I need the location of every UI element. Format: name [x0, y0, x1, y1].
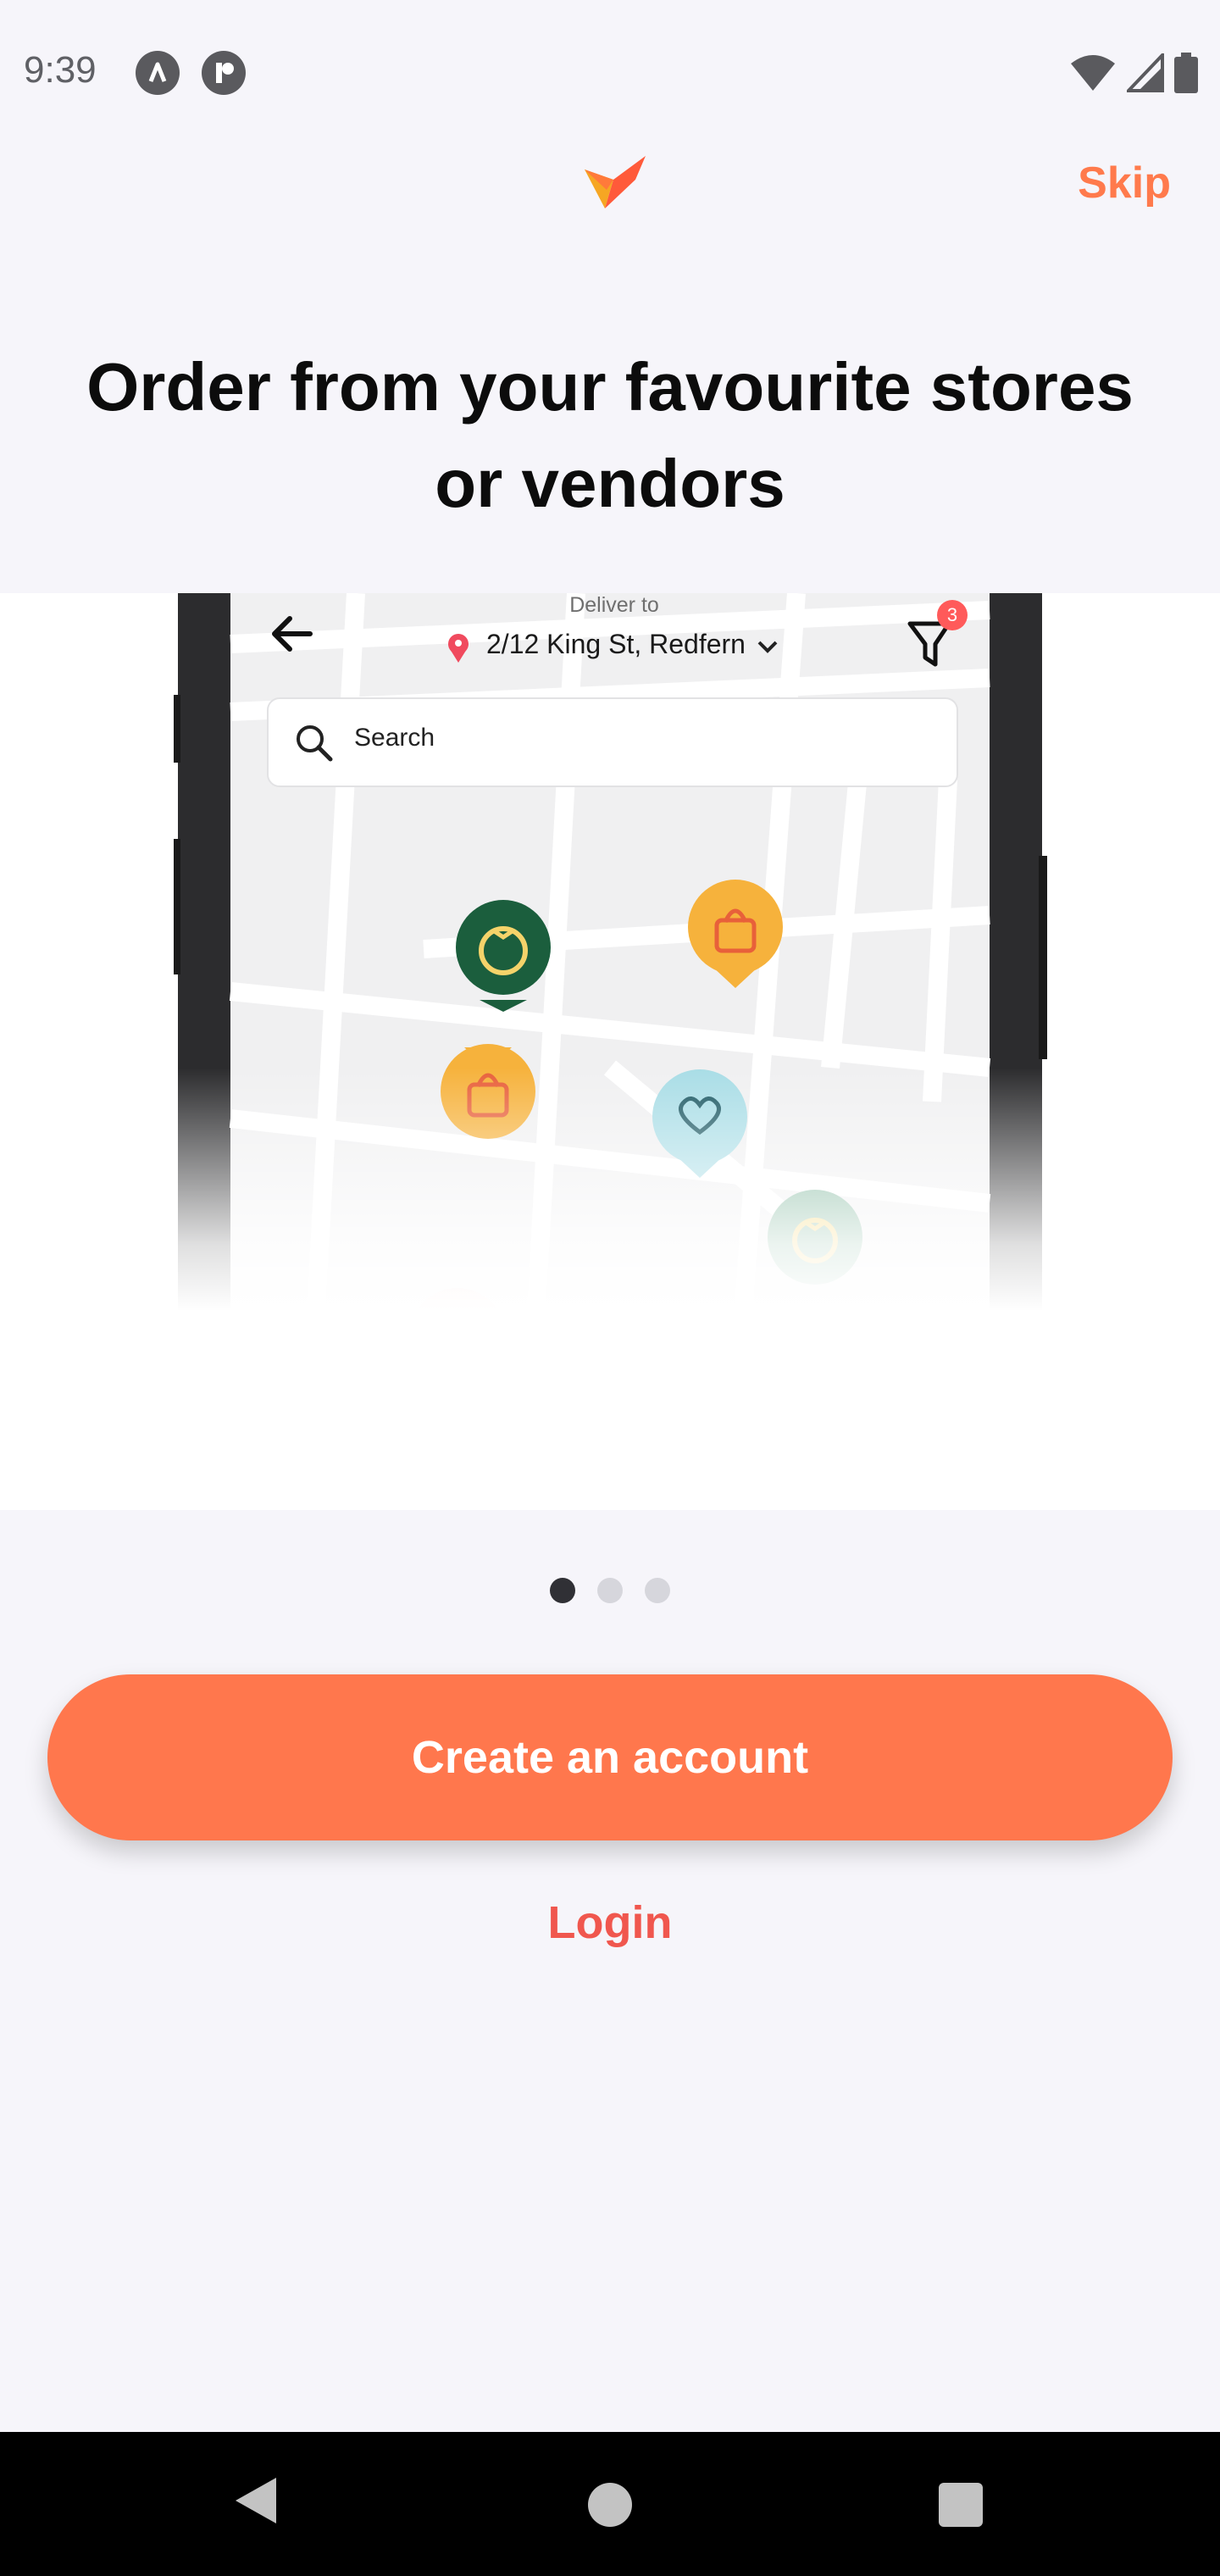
back-icon[interactable] — [232, 2474, 280, 2527]
battery-icon — [1174, 53, 1198, 93]
search-placeholder: Search — [354, 724, 435, 752]
system-icons — [1069, 51, 1198, 95]
app-a-icon — [136, 51, 180, 95]
status-bar: 9:39 — [0, 0, 1220, 144]
deliver-address: 2/12 King St, Redfern — [486, 629, 746, 659]
create-account-button[interactable]: Create an account — [47, 1674, 1173, 1840]
phone-map-illustration — [174, 593, 1047, 1510]
skip-button[interactable]: Skip — [1078, 158, 1171, 208]
deliver-to-label: Deliver to — [569, 593, 659, 617]
filter-badge: 3 — [937, 600, 968, 630]
pagination-dots — [0, 1578, 1220, 1603]
page-dot-2[interactable] — [597, 1578, 623, 1603]
page-dot-3[interactable] — [645, 1578, 670, 1603]
system-nav-bar — [0, 2432, 1220, 2576]
grocery-pin-icon — [768, 1190, 862, 1285]
brand-logo-icon — [585, 156, 646, 208]
onboarding-headline: Order from your favourite stores or vend… — [86, 349, 1134, 521]
shopping-bag-pin-icon — [441, 1044, 535, 1139]
app-r-icon — [202, 51, 246, 95]
page-dot-1[interactable] — [550, 1578, 575, 1603]
login-button[interactable]: Login — [0, 1896, 1220, 1949]
education-pin-icon — [410, 1288, 505, 1383]
wifi-icon — [1071, 55, 1115, 91]
recents-icon[interactable] — [939, 2483, 983, 2527]
home-icon[interactable] — [588, 2483, 632, 2527]
cellular-icon — [1127, 53, 1164, 92]
onboarding-illustration: Deliver to 2/12 King St, Redfern Search … — [0, 593, 1220, 1510]
status-time: 9:39 — [24, 49, 97, 91]
